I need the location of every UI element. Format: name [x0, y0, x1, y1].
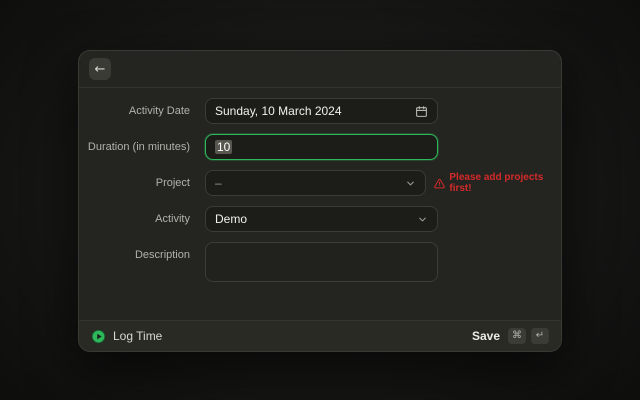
- duration-value: 10: [215, 140, 232, 154]
- modal-footer: Log Time Save ⌘ ↵: [79, 320, 561, 351]
- project-label: Project: [79, 177, 205, 190]
- chevron-down-icon: [405, 178, 416, 189]
- alert-triangle-icon: [434, 178, 445, 189]
- duration-row: Duration (in minutes) 10: [79, 134, 561, 160]
- log-time-modal: ← Activity Date Sunday, 10 March 2024: [78, 50, 562, 352]
- play-circle-icon: [91, 329, 106, 344]
- activity-date-label: Activity Date: [79, 105, 205, 118]
- back-arrow-icon: ←: [95, 63, 106, 76]
- back-button[interactable]: ←: [89, 58, 111, 80]
- log-time-form: Activity Date Sunday, 10 March 2024 Dura…: [79, 88, 561, 320]
- footer-action-label: Log Time: [113, 329, 162, 343]
- page-background: ← Activity Date Sunday, 10 March 2024: [0, 0, 640, 400]
- save-button[interactable]: Save: [472, 329, 500, 343]
- project-error: Please add projects first!: [434, 172, 561, 194]
- save-action[interactable]: Save ⌘ ↵: [472, 328, 549, 344]
- description-row: Description: [79, 242, 561, 282]
- duration-label: Duration (in minutes): [79, 141, 205, 154]
- description-textarea[interactable]: [205, 242, 438, 282]
- duration-input[interactable]: 10: [205, 134, 438, 160]
- activity-select[interactable]: Demo: [205, 206, 438, 232]
- activity-row: Activity Demo: [79, 206, 561, 232]
- chevron-down-icon: [417, 214, 428, 225]
- project-value: –: [215, 176, 222, 190]
- activity-date-field[interactable]: Sunday, 10 March 2024: [205, 98, 438, 124]
- project-error-text: Please add projects first!: [449, 172, 561, 194]
- modal-header: ←: [79, 51, 561, 88]
- project-select[interactable]: –: [205, 170, 426, 196]
- activity-date-row: Activity Date Sunday, 10 March 2024: [79, 98, 561, 124]
- activity-value: Demo: [215, 212, 247, 226]
- project-row: Project –: [79, 170, 561, 196]
- activity-date-value: Sunday, 10 March 2024: [215, 104, 342, 118]
- return-key-icon: ↵: [531, 328, 549, 344]
- activity-label: Activity: [79, 213, 205, 226]
- calendar-icon[interactable]: [415, 105, 428, 118]
- description-label: Description: [79, 242, 205, 262]
- command-key-icon: ⌘: [508, 328, 526, 344]
